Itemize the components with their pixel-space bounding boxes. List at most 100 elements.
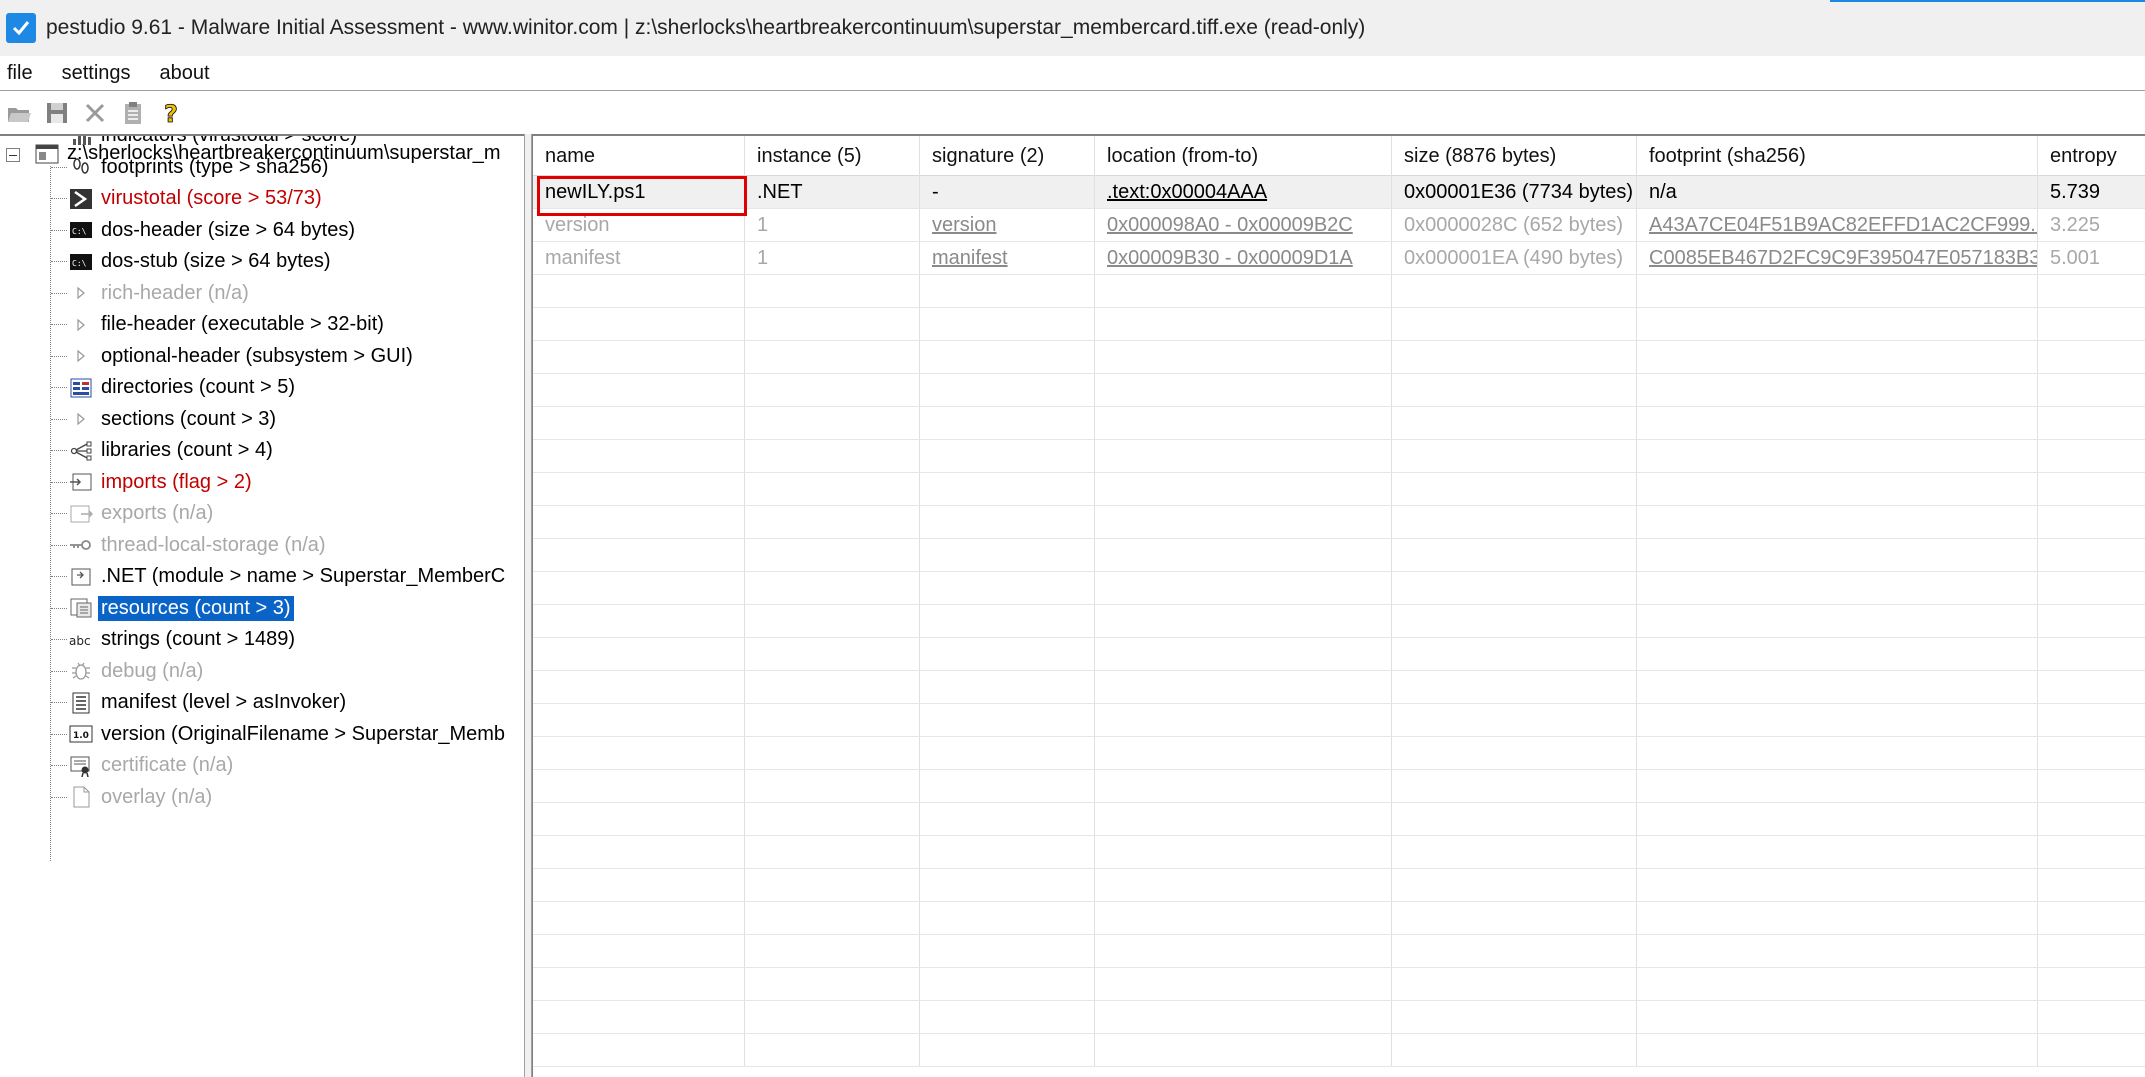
- expand-arrow-icon[interactable]: [68, 344, 94, 368]
- title-bar: pestudio 9.61 - Malware Initial Assessme…: [0, 0, 2145, 56]
- signature-link[interactable]: version: [932, 214, 996, 237]
- tree-item[interactable]: .NET (module > name > Superstar_MemberC: [68, 561, 508, 592]
- menu-about[interactable]: about: [160, 62, 210, 85]
- table-row-empty: [533, 572, 2145, 605]
- cell-size: [1392, 1001, 1637, 1033]
- cell-signature: [920, 803, 1095, 835]
- table-row-empty: [533, 737, 2145, 770]
- key-icon: [68, 533, 94, 557]
- cell-entropy: [2038, 671, 2145, 703]
- cell-instance: 1: [745, 209, 920, 241]
- table-row-empty: [533, 1001, 2145, 1034]
- tree-item[interactable]: exports (n/a): [68, 498, 216, 529]
- tree-item[interactable]: libraries (count > 4): [68, 435, 276, 466]
- column-header-location[interactable]: location (from-to): [1095, 136, 1392, 176]
- cell-signature: [920, 473, 1095, 505]
- tree-item[interactable]: rich-header (n/a): [68, 278, 252, 309]
- cell-instance: [745, 275, 920, 307]
- clipboard-button[interactable]: [116, 96, 150, 130]
- cell-signature: -: [920, 176, 1095, 208]
- cell-instance: [745, 968, 920, 1000]
- cell-location: 0x000098A0 - 0x00009B2C: [1095, 209, 1392, 241]
- table-row[interactable]: newILY.ps1 .NET - .text:0x00004AAA 0x00001E3…: [533, 176, 2145, 209]
- cell-signature: [920, 869, 1095, 901]
- location-link[interactable]: 0x000098A0 - 0x00009B2C: [1107, 214, 1353, 237]
- tree-item[interactable]: imports (flag > 2): [68, 467, 255, 498]
- open-button[interactable]: [2, 96, 36, 130]
- tree-branch-line: [51, 607, 67, 609]
- column-header-entropy[interactable]: entropy: [2038, 136, 2145, 176]
- cell-size: [1392, 440, 1637, 472]
- window-title: pestudio 9.61 - Malware Initial Assessme…: [46, 16, 1366, 39]
- tree-item-label: footprints (type > sha256): [101, 155, 329, 178]
- cell-instance: [745, 341, 920, 373]
- table-row-empty: [533, 1034, 2145, 1067]
- svg-text:C:\: C:\: [72, 259, 87, 268]
- help-button[interactable]: ?: [154, 96, 188, 130]
- column-header-signature[interactable]: signature (2): [920, 136, 1095, 176]
- tree-item[interactable]: directories (count > 5): [68, 372, 298, 403]
- table-row-empty: [533, 473, 2145, 506]
- signature-link[interactable]: manifest: [932, 247, 1008, 270]
- table-row-empty: [533, 869, 2145, 902]
- tree-item[interactable]: C:\ dos-header (size > 64 bytes): [68, 215, 358, 246]
- pane-splitter[interactable]: [524, 134, 532, 1077]
- column-header-instance[interactable]: instance (5): [745, 136, 920, 176]
- location-link[interactable]: 0x00009B30 - 0x00009D1A: [1107, 247, 1353, 270]
- menu-file[interactable]: file: [7, 62, 33, 85]
- expand-arrow-icon[interactable]: [68, 313, 94, 337]
- cell-footprint: [1637, 869, 2038, 901]
- tree-item[interactable]: overlay (n/a): [68, 782, 215, 813]
- tree-item[interactable]: optional-header (subsystem > GUI): [68, 341, 416, 372]
- menu-settings[interactable]: settings: [62, 62, 131, 85]
- tree-item[interactable]: 1.0 version (OriginalFilename > Superstar…: [68, 719, 508, 750]
- tree-item[interactable]: certificate (n/a): [68, 750, 236, 781]
- column-header-name[interactable]: name: [533, 136, 745, 176]
- cell-signature: [920, 605, 1095, 637]
- column-header-footprint[interactable]: footprint (sha256): [1637, 136, 2038, 176]
- tree-item[interactable]: footprints (type > sha256): [68, 152, 331, 183]
- tree-item[interactable]: resources (count > 3): [68, 593, 294, 624]
- cell-size: [1392, 506, 1637, 538]
- tree-item[interactable]: thread-local-storage (n/a): [68, 530, 329, 561]
- tree-item[interactable]: virustotal (score > 53/73): [68, 183, 325, 214]
- cell-name: [533, 407, 745, 439]
- cell-signature: [920, 539, 1095, 571]
- footprint-link[interactable]: C0085EB467D2FC9C9F395047E057183B3...: [1649, 247, 2037, 270]
- cell-entropy: [2038, 869, 2145, 901]
- save-button[interactable]: [40, 96, 74, 130]
- cell-footprint: [1637, 671, 2038, 703]
- close-button[interactable]: [78, 96, 112, 130]
- collapse-icon[interactable]: [6, 148, 20, 162]
- cell-name: [533, 473, 745, 505]
- cell-footprint: [1637, 638, 2038, 670]
- cell-name: [533, 308, 745, 340]
- table-row[interactable]: manifest 1 manifest 0x00009B30 - 0x00009D1A…: [533, 242, 2145, 275]
- tree-item-label: imports (flag > 2): [101, 470, 252, 493]
- exports-icon: [68, 502, 94, 526]
- cell-size: [1392, 374, 1637, 406]
- table-row-empty: [533, 407, 2145, 440]
- tree-item[interactable]: file-header (executable > 32-bit): [68, 309, 387, 340]
- cell-size: [1392, 836, 1637, 868]
- tree-item[interactable]: indicators (virustotal > score): [68, 136, 360, 151]
- expand-arrow-icon[interactable]: [68, 281, 94, 305]
- cell-instance: [745, 572, 920, 604]
- help-icon: ?: [164, 100, 179, 126]
- footprint-link[interactable]: A43A7CE04F51B9AC82EFFD1AC2CF999...: [1649, 214, 2037, 237]
- tree-item[interactable]: manifest (level > asInvoker): [68, 687, 349, 718]
- cell-entropy: [2038, 935, 2145, 967]
- tree-pane: z:\sherlocks\heartbreakercontinuum\super…: [0, 134, 524, 1077]
- cell-signature: [920, 341, 1095, 373]
- tree-item[interactable]: debug (n/a): [68, 656, 206, 687]
- location-link[interactable]: .text:0x00004AAA: [1107, 181, 1267, 204]
- svg-text:abc: abc: [69, 634, 91, 648]
- table-row-empty: [533, 440, 2145, 473]
- table-row[interactable]: version 1 version 0x000098A0 - 0x00009B2C 0x…: [533, 209, 2145, 242]
- tree-item[interactable]: sections (count > 3): [68, 404, 279, 435]
- tree-item[interactable]: abc strings (count > 1489): [68, 624, 298, 655]
- console-icon: C:\: [68, 218, 94, 242]
- column-header-size[interactable]: size (8876 bytes): [1392, 136, 1637, 176]
- tree-item[interactable]: C:\ dos-stub (size > 64 bytes): [68, 246, 334, 277]
- expand-arrow-icon[interactable]: [68, 407, 94, 431]
